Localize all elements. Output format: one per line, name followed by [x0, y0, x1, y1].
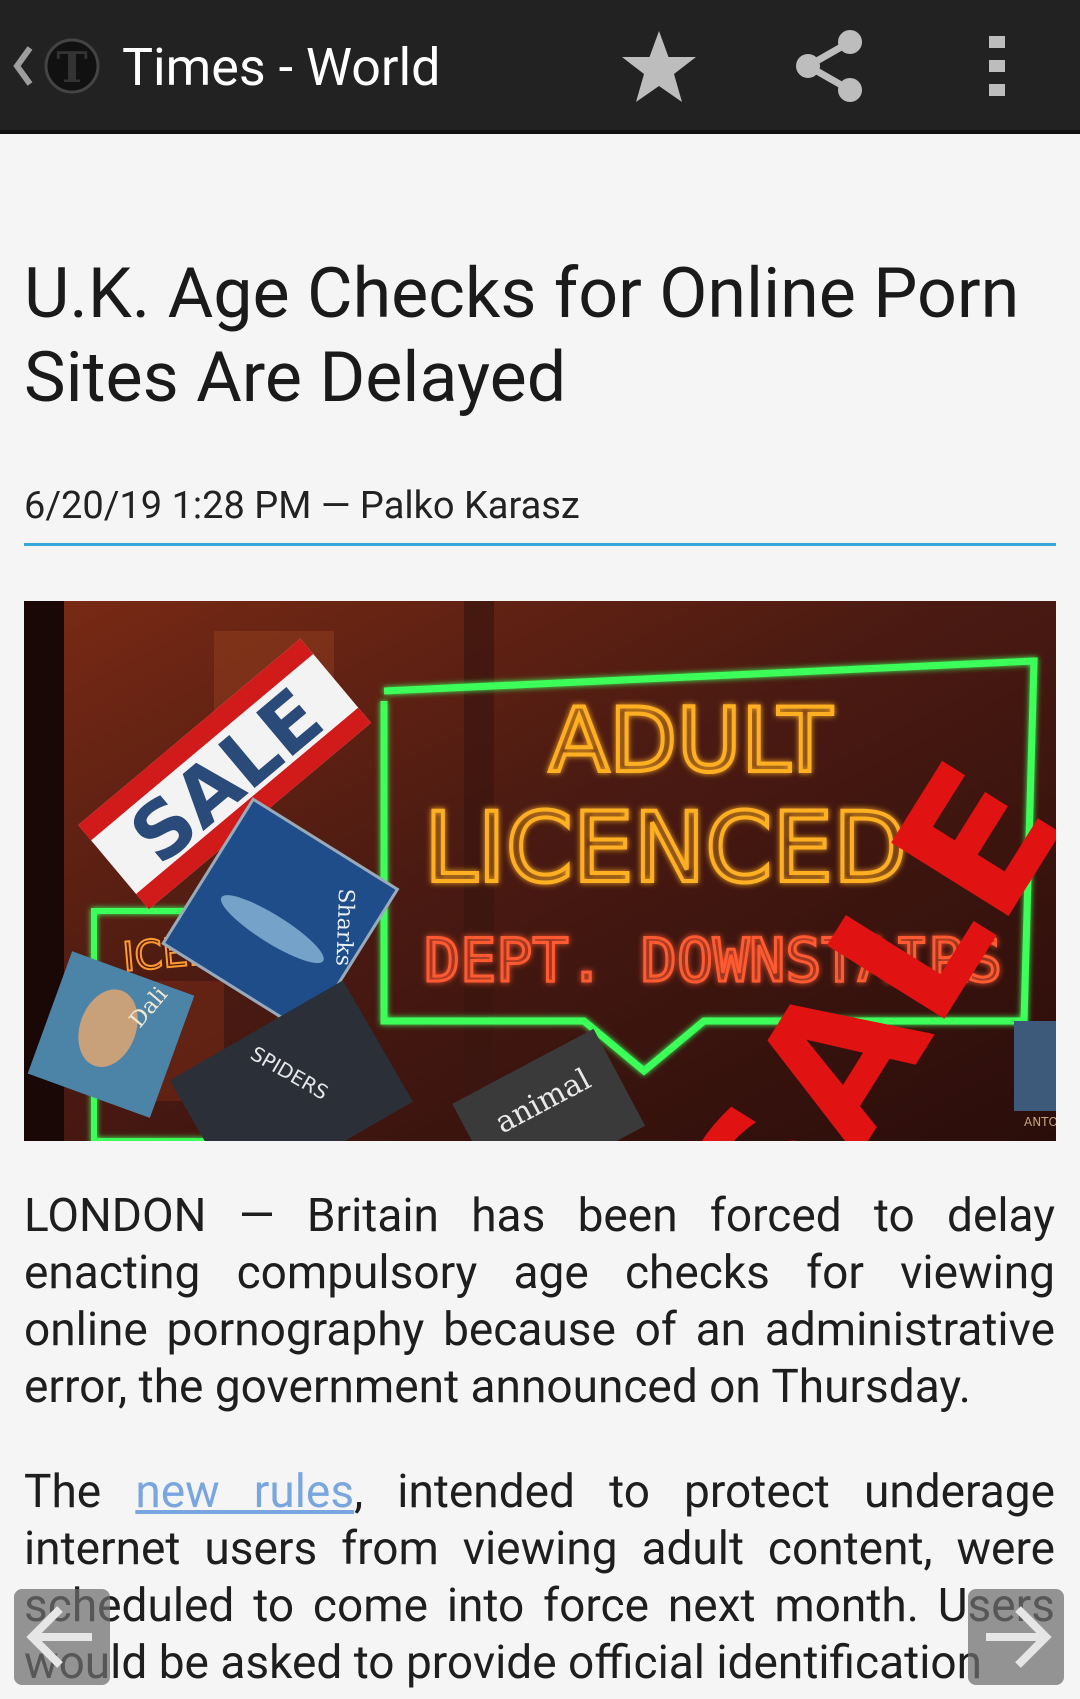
paragraph-2-lead: The [24, 1465, 136, 1519]
svg-text:Sharks: Sharks [330, 888, 358, 966]
article-hero-image[interactable]: ADULT LICENCED DEPT. DOWNSTAIRS ICENS SA… [24, 601, 1056, 1141]
next-article-button[interactable] [968, 1589, 1064, 1685]
neon-adult-text: ADULT [549, 689, 833, 792]
hero-photo: ADULT LICENCED DEPT. DOWNSTAIRS ICENS SA… [24, 601, 1056, 1141]
share-icon[interactable] [794, 30, 864, 102]
corner-label: ANTONI GA [1024, 1115, 1056, 1129]
article-paragraph-1: LONDON — Britain has been forced to dela… [24, 1189, 1055, 1414]
new-rules-link[interactable]: new rules [135, 1465, 354, 1519]
article-byline: 6/20/19 1:28 PM — Palko Karasz [24, 484, 580, 528]
arrow-right-icon [986, 1606, 1052, 1668]
back-chevron-icon[interactable] [12, 44, 34, 88]
arrow-left-icon [26, 1606, 92, 1668]
app-title: Times - World [122, 37, 441, 98]
article-headline: U.K. Age Checks for Online Porn Sites Ar… [24, 253, 1020, 419]
app-bar: T Times - World [0, 0, 1080, 134]
nyt-logo-icon[interactable]: T [44, 32, 100, 98]
svg-text:T: T [56, 43, 87, 92]
previous-article-button[interactable] [14, 1589, 110, 1685]
overflow-menu-icon[interactable] [982, 34, 1012, 98]
byline-divider [24, 543, 1056, 546]
star-icon[interactable] [620, 29, 698, 107]
article-paragraph-2: The new rules, intended to protect under… [24, 1464, 1055, 1692]
